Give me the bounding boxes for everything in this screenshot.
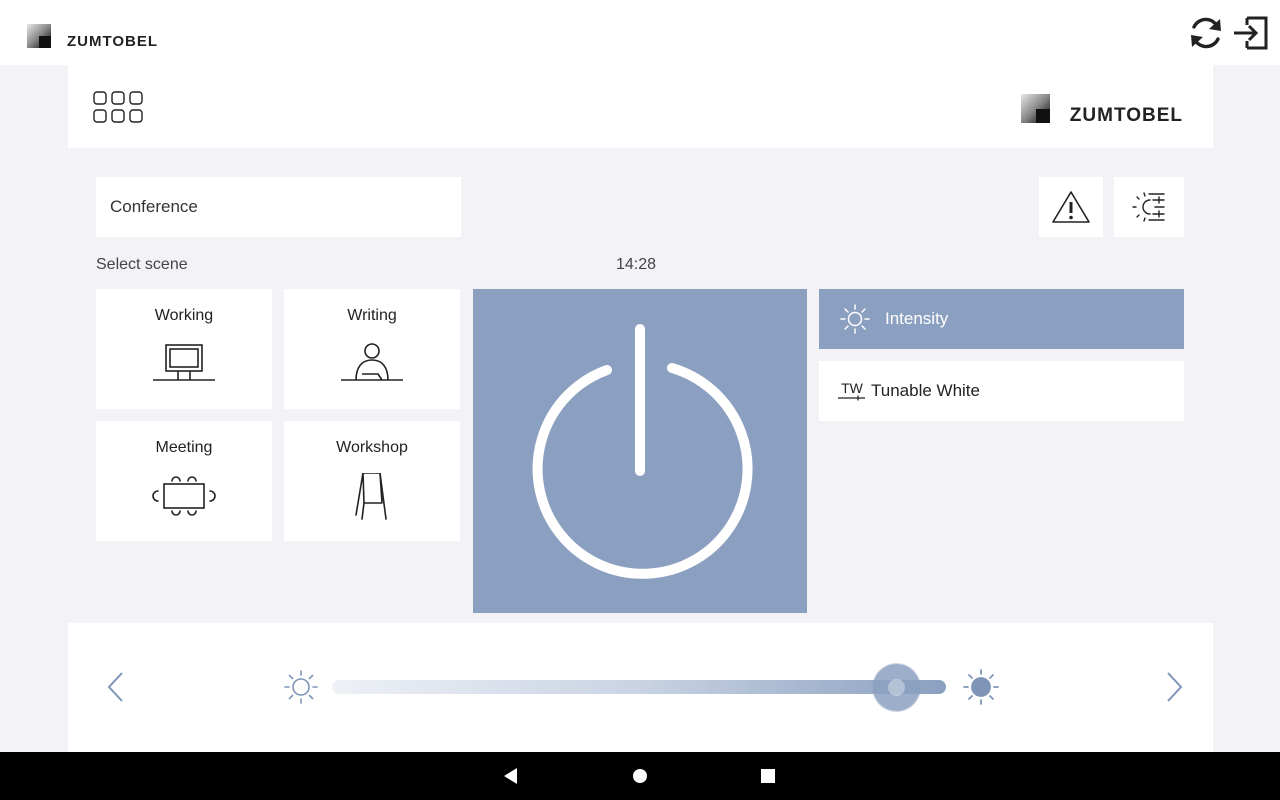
back-icon[interactable]	[499, 764, 523, 788]
scene-workshop[interactable]: Workshop	[284, 421, 460, 541]
mode-label: Intensity	[885, 309, 949, 328]
flipchart-icon	[355, 473, 387, 520]
room-name: Conference	[110, 197, 198, 216]
header-brand-name: ZUMTOBEL	[1069, 105, 1183, 126]
scene-label: Writing	[347, 307, 397, 324]
light-settings-button[interactable]	[1114, 177, 1184, 237]
scene-working[interactable]: Working	[96, 289, 272, 409]
select-scene-label: Select scene	[96, 256, 188, 273]
mode-label: Tunable White	[871, 381, 980, 400]
top-bar: ZUMTOBEL	[0, 0, 1280, 65]
warning-icon	[1052, 191, 1090, 223]
room-selector[interactable]: Conference	[96, 177, 461, 237]
scene-label: Meeting	[155, 439, 213, 456]
brand-name: ZUMTOBEL	[67, 33, 159, 50]
intensity-slider-track[interactable]	[332, 680, 946, 694]
meeting-table-icon	[152, 476, 216, 516]
power-toggle[interactable]	[473, 289, 807, 613]
chevron-left-icon[interactable]	[104, 670, 128, 704]
mode-tunable-white[interactable]: TW Tunable White	[819, 361, 1184, 421]
mode-intensity[interactable]: Intensity	[819, 289, 1184, 349]
scene-label: Working	[154, 307, 214, 324]
clock: 14:28	[616, 256, 657, 273]
tunable-white-icon: TW	[836, 375, 868, 407]
logout-icon[interactable]	[1232, 14, 1270, 52]
sun-dim-icon	[284, 670, 318, 704]
apps-grid-icon[interactable]	[93, 91, 145, 125]
person-writing-icon	[341, 343, 403, 381]
chevron-right-icon[interactable]	[1162, 670, 1186, 704]
recents-icon[interactable]	[756, 764, 780, 788]
header-card: ZUMTOBEL	[68, 65, 1213, 148]
brand-logo-mark	[27, 24, 51, 48]
sun-bright-icon	[963, 669, 999, 705]
header-brand-logo-mark	[1020, 94, 1050, 123]
scene-writing[interactable]: Writing	[284, 289, 460, 409]
monitor-desk-icon	[153, 344, 215, 381]
tunable-white-icon-text: TW	[841, 380, 863, 396]
scene-meeting[interactable]: Meeting	[96, 421, 272, 541]
refresh-icon[interactable]	[1187, 14, 1225, 52]
sun-icon	[839, 303, 871, 335]
scene-label: Workshop	[336, 439, 408, 456]
brand-logo: ZUMTOBEL	[27, 24, 159, 50]
header-brand-logo: ZUMTOBEL	[1020, 94, 1183, 126]
home-icon[interactable]	[628, 764, 652, 788]
power-icon	[532, 324, 753, 579]
warning-button[interactable]	[1039, 177, 1103, 237]
light-settings-icon	[1132, 192, 1165, 222]
android-navigation-bar	[0, 752, 1280, 800]
